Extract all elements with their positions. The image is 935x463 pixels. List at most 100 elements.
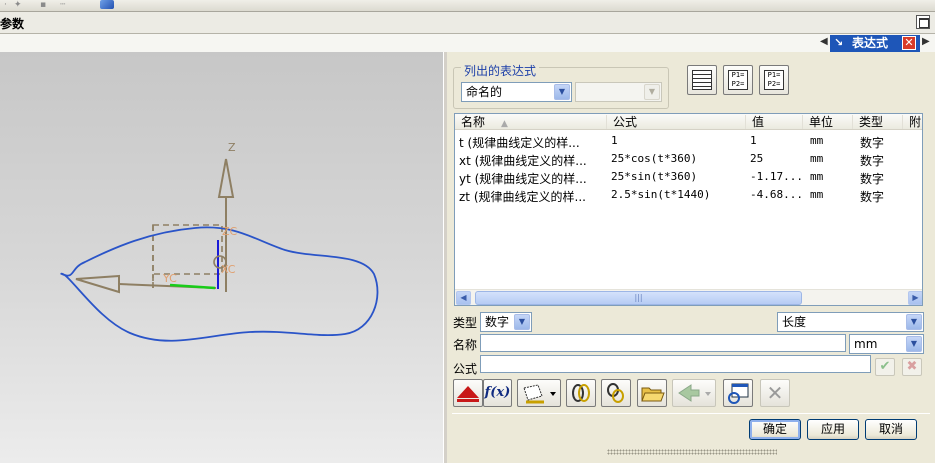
sort-up-icon: ▲ [501, 119, 508, 129]
table-row[interactable]: xt (规律曲线定义的样... 25*cos(t*360) 25 mm 数字 [455, 150, 922, 168]
open-folder-icon [641, 387, 665, 402]
horizontal-scrollbar[interactable]: ◀ ||| ▶ [455, 289, 922, 305]
red-triangle-icon [457, 386, 479, 402]
name-input[interactable] [480, 334, 846, 352]
function-icon: f(x) [484, 385, 511, 400]
chevron-right-icon[interactable]: ▶ [922, 36, 930, 47]
cell-type: 数字 [860, 190, 885, 204]
type-label: 类型 [453, 316, 478, 330]
xc-label: XC [221, 263, 236, 276]
tab-expressions[interactable]: ↘ 表达式 ✕ [830, 35, 920, 52]
chevron-down-icon[interactable]: ▼ [906, 314, 922, 330]
cell-name: xt (规律曲线定义的样... [459, 154, 587, 168]
scroll-thumb[interactable]: ||| [475, 291, 802, 305]
reject-x-icon[interactable]: ✖ [902, 358, 922, 376]
cell-unit: mm [810, 170, 824, 183]
window-icon [728, 383, 749, 404]
chevron-down-icon: ▼ [644, 84, 660, 100]
type-select-value: 数字 [485, 315, 510, 329]
import-button[interactable]: P1= P2= [759, 65, 789, 95]
formula-label: 公式 [453, 362, 478, 376]
dimension-select[interactable]: 长度 ▼ [777, 312, 924, 332]
arrow-dropdown-button [672, 379, 716, 407]
chevron-down-icon[interactable]: ▼ [554, 84, 570, 100]
chain-button[interactable] [601, 379, 631, 407]
chevron-down-icon[interactable]: ▼ [906, 336, 922, 352]
arrow-icon [678, 384, 711, 402]
filter-select[interactable]: 命名的 ▼ [461, 82, 572, 102]
header-type[interactable]: 类型 [853, 115, 903, 129]
scroll-right-icon[interactable]: ▶ [908, 291, 922, 305]
header-name-label: 名称 [461, 115, 486, 129]
unit-select[interactable]: mm ▼ [849, 334, 924, 354]
chevron-down-icon[interactable]: ▼ [514, 314, 530, 330]
table-row[interactable]: yt (规律曲线定义的样... 25*sin(t*360) -1.17... m… [455, 168, 922, 186]
unit-select-value: mm [854, 337, 878, 351]
header-name[interactable]: 名称 ▲ [455, 115, 607, 129]
toolbar-strip: · ✦ ▪ ┄ [0, 0, 935, 12]
table-row[interactable]: t (规律曲线定义的样... 1 1 mm 数字 [455, 132, 922, 150]
formula-input[interactable] [480, 355, 871, 373]
delete-triangle-button[interactable] [453, 379, 483, 407]
chevron-left-icon[interactable]: ◀ [820, 36, 828, 47]
measure-dropdown-button[interactable] [517, 379, 561, 407]
pin-arrow-icon: ↘ [834, 36, 844, 49]
cell-name: t (规律曲线定义的样... [459, 136, 580, 150]
separator [452, 413, 930, 414]
cell-type: 数字 [860, 154, 885, 168]
yc-label: YC [162, 272, 177, 285]
table-row[interactable]: zt (规律曲线定义的样... 2.5*sin(t*1440) -4.68...… [455, 186, 922, 204]
tool-icon[interactable]: ▪ [40, 1, 49, 10]
graphics-viewport[interactable]: Z ZC YC XC [0, 52, 443, 463]
scroll-left-icon[interactable]: ◀ [456, 291, 471, 305]
close-icon[interactable]: ✕ [902, 36, 916, 50]
ok-button[interactable]: 确定 [749, 419, 801, 440]
spreadsheet-button[interactable] [687, 65, 717, 95]
tool-icon[interactable]: ┄ [60, 1, 69, 10]
dock-tab-row: ◀ ↘ 表达式 ✕ ▶ [0, 34, 935, 52]
cell-value: -4.68... [750, 188, 803, 201]
cell-unit: mm [810, 188, 824, 201]
header-unit[interactable]: 单位 [803, 115, 853, 129]
p1p2-export-icon: P1= P2= [728, 70, 748, 90]
cell-formula: 25*cos(t*360) [611, 152, 698, 165]
delete-button: ✕ [760, 379, 790, 407]
cell-type: 数字 [860, 136, 885, 150]
type-select[interactable]: 数字 ▼ [480, 312, 532, 332]
expressions-panel: 列出的表达式 命名的 ▼ ▼ P1= P2= P1= P2= 名称 ▲ 公式 值 单位… [447, 52, 935, 463]
tool-icon[interactable]: ✦ [14, 1, 23, 10]
group-title: 列出的表达式 [461, 62, 540, 79]
header-value[interactable]: 值 [746, 115, 803, 129]
function-button[interactable]: f(x) [483, 379, 512, 407]
header-formula[interactable]: 公式 [607, 115, 746, 129]
cell-value: 25 [750, 152, 764, 165]
header-extra[interactable]: 附 [903, 115, 922, 129]
export-button[interactable]: P1= P2= [723, 65, 753, 95]
cell-name: zt (规律曲线定义的样... [459, 190, 586, 204]
expressions-table[interactable]: 名称 ▲ 公式 值 单位 类型 附 t (规律曲线定义的样... 1 1 mm 数… [454, 113, 923, 306]
window-button[interactable] [723, 379, 753, 407]
filter-select-secondary: ▼ [575, 82, 662, 102]
law-curve[interactable] [60, 226, 379, 342]
measure-icon [523, 384, 556, 404]
window-titlebar: 参数 [0, 12, 935, 34]
resize-grip[interactable] [607, 449, 777, 455]
maximize-icon[interactable] [916, 15, 930, 29]
link-icon [572, 384, 590, 402]
cancel-button[interactable]: 取消 [865, 419, 917, 440]
spreadsheet-icon [692, 70, 712, 90]
cell-formula: 1 [611, 134, 618, 147]
chain-icon [607, 383, 624, 403]
tool-icon[interactable]: · [4, 1, 13, 10]
apply-button[interactable]: 应用 [807, 419, 859, 440]
cell-unit: mm [810, 152, 824, 165]
link-button[interactable] [566, 379, 596, 407]
zc-label: ZC [222, 225, 238, 238]
accept-check-icon[interactable]: ✔ [875, 358, 895, 376]
yc-axis [75, 274, 217, 294]
delete-icon: ✕ [766, 381, 784, 405]
filter-select-value: 命名的 [466, 85, 503, 99]
tab-expressions-label: 表达式 [852, 36, 889, 50]
open-file-button[interactable] [637, 379, 667, 407]
cube-icon[interactable] [100, 0, 114, 9]
